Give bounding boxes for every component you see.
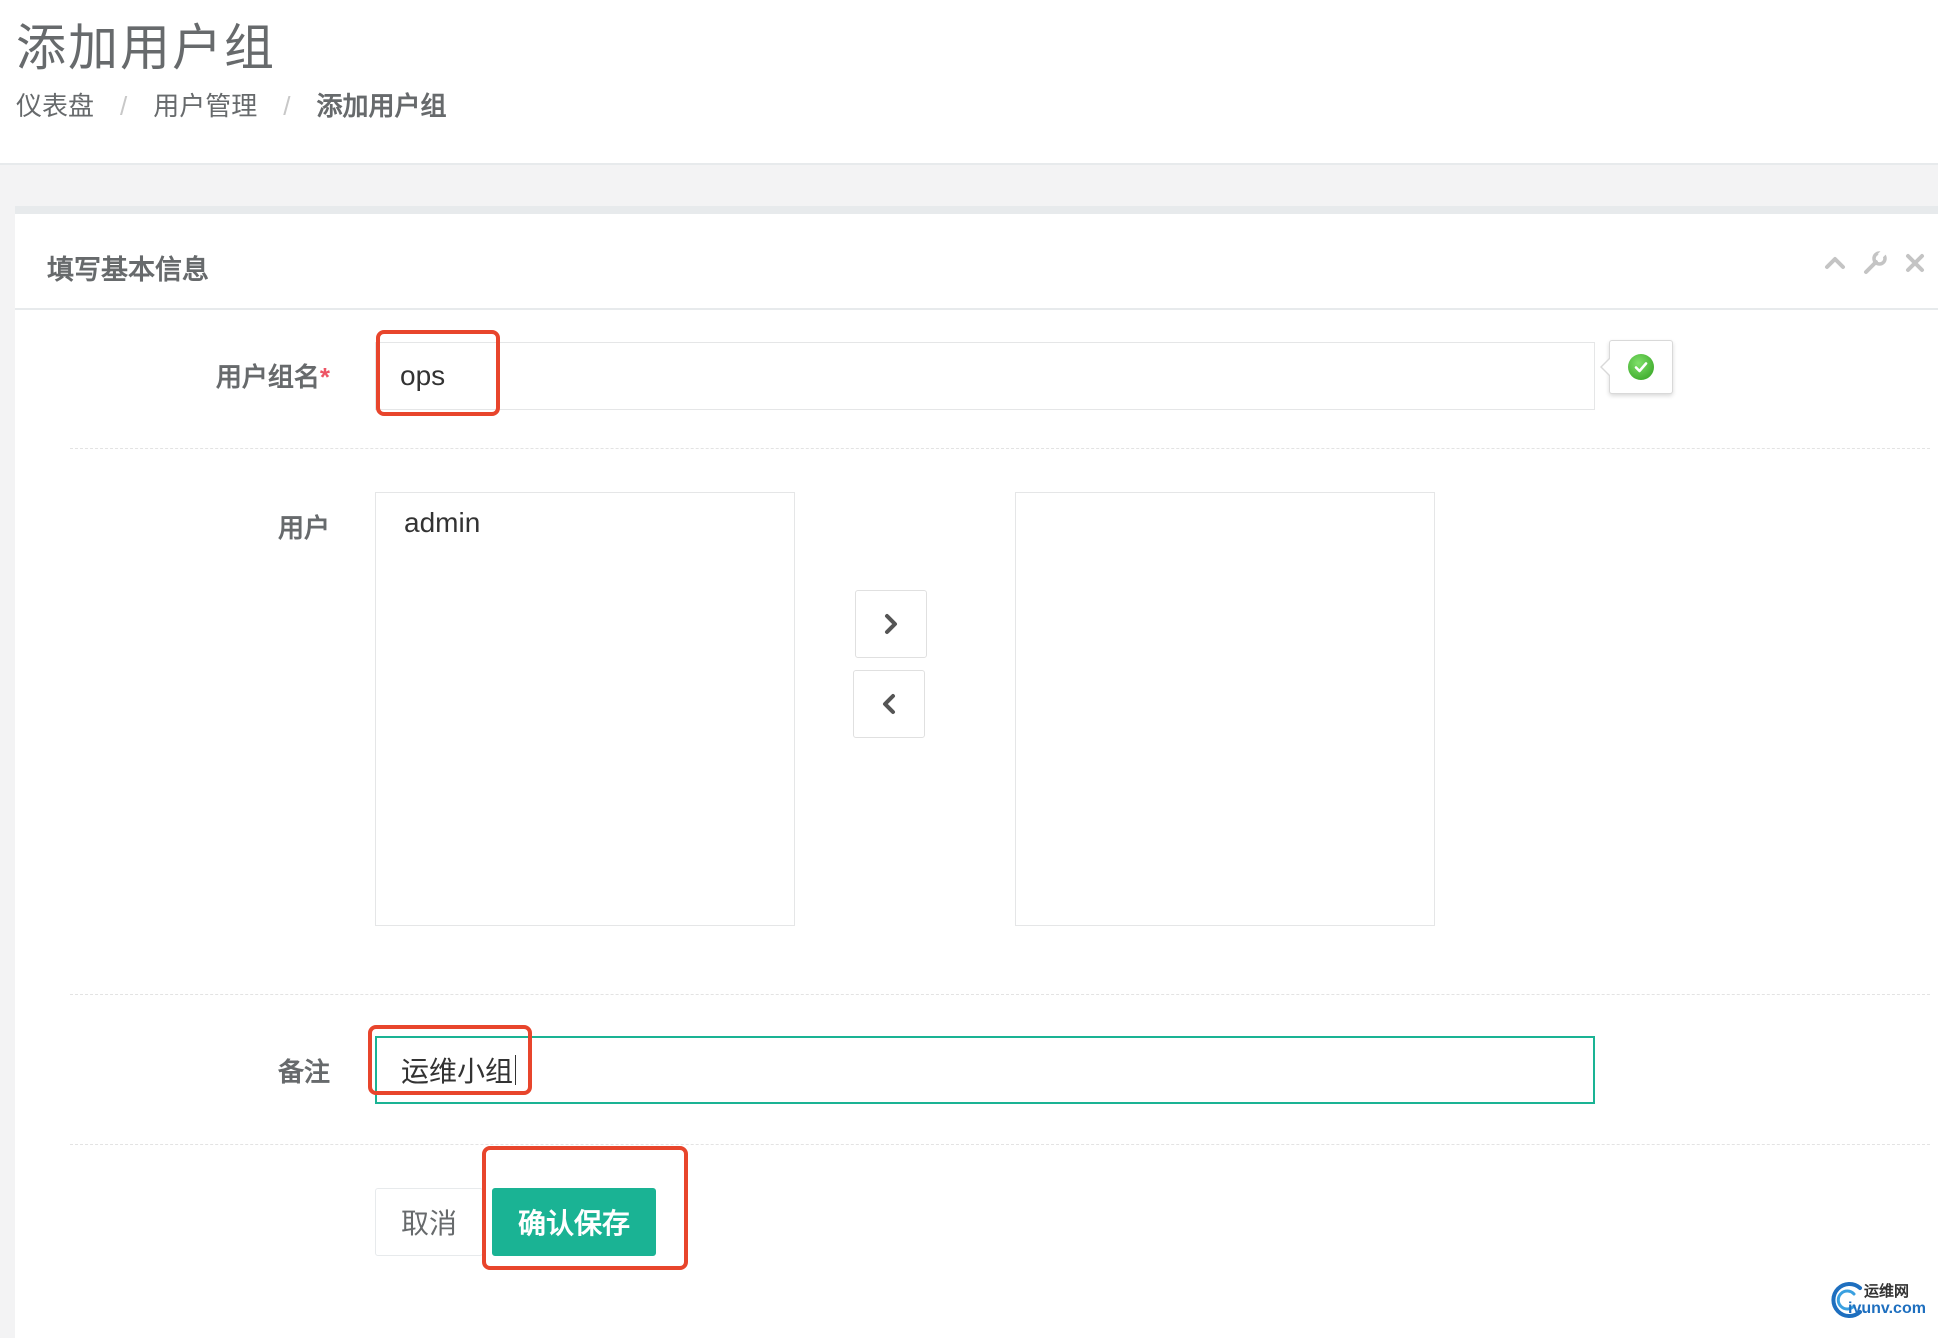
panel-title: 填写基本信息: [47, 255, 209, 285]
breadcrumb-item-user-management[interactable]: 用户管理: [153, 91, 257, 121]
users-label: 用户: [277, 513, 330, 543]
panel-header: 填写基本信息: [15, 214, 1938, 310]
breadcrumb-separator: /: [120, 91, 128, 121]
breadcrumb: 仪表盘 / 用户管理 / 添加用户组: [16, 86, 447, 123]
annotation-box-comment: [368, 1025, 532, 1095]
group-name-label: 用户组名*: [90, 357, 330, 394]
annotation-box-group-name: [376, 330, 500, 416]
watermark: 运维网 iyunv.com: [1824, 1274, 1932, 1324]
divider: [70, 994, 1930, 995]
page-title: 添加用户组: [16, 20, 276, 76]
watermark-text-cn: 运维网: [1864, 1283, 1910, 1300]
form-panel: 填写基本信息 用户组名* ops 用户 admin 备注 运维小组 取消 确认保…: [15, 206, 1938, 1338]
valid-check-icon: [1628, 354, 1654, 380]
comment-label: 备注: [277, 1057, 330, 1087]
close-icon[interactable]: [1900, 248, 1930, 278]
cancel-button[interactable]: 取消: [375, 1188, 483, 1256]
breadcrumb-separator: /: [283, 91, 291, 121]
user-option-admin[interactable]: admin: [404, 507, 480, 539]
available-users-list[interactable]: admin: [375, 492, 795, 926]
breadcrumb-item-dashboard[interactable]: 仪表盘: [16, 91, 94, 121]
group-name-label-text: 用户组名: [215, 362, 320, 392]
move-right-button[interactable]: [855, 590, 927, 658]
chevron-right-icon: [885, 614, 897, 634]
group-name-input[interactable]: ops: [375, 342, 1595, 410]
page-heading: 添加用户组 仪表盘 / 用户管理 / 添加用户组: [0, 0, 1938, 165]
selected-users-list[interactable]: [1015, 492, 1435, 926]
move-left-button[interactable]: [853, 670, 925, 738]
watermark-text-domain: iyunv.com: [1848, 1300, 1926, 1317]
required-mark: *: [319, 362, 330, 392]
annotation-box-save: [482, 1146, 688, 1270]
validation-tooltip: [1600, 340, 1673, 394]
divider: [70, 448, 1930, 449]
collapse-icon[interactable]: [1820, 248, 1850, 278]
chevron-left-icon: [883, 694, 895, 714]
wrench-icon[interactable]: [1860, 248, 1890, 278]
divider: [70, 1144, 1930, 1145]
breadcrumb-item-current: 添加用户组: [316, 91, 447, 121]
comment-input[interactable]: 运维小组: [375, 1036, 1595, 1104]
